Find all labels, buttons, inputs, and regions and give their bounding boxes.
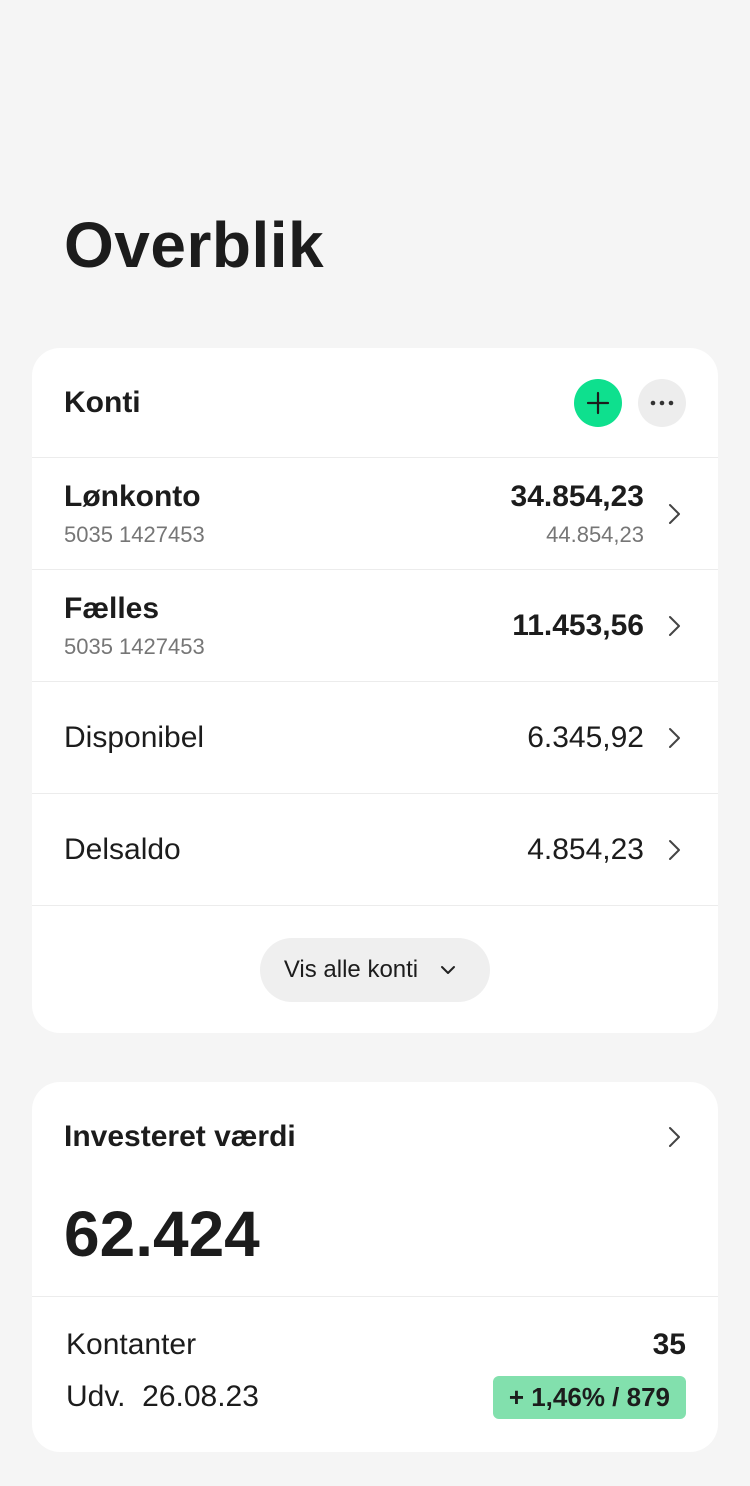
chevron-right-icon [669,503,680,524]
development-row: Udv. 26.08.23 + 1,46% / 879 [66,1371,686,1423]
development-date: 26.08.23 [142,1380,259,1413]
development-label: Udv. 26.08.23 [66,1380,259,1414]
account-amount: 34.854,23 [510,479,644,513]
chevron-right-icon [669,727,680,748]
show-all-wrap: Vis alle konti [32,938,718,1002]
account-amount: 6.345,92 [527,720,644,754]
more-options-button[interactable] [638,378,686,427]
account-name: Disponibel [64,720,205,754]
more-dots-icon [650,400,674,405]
account-row-delsaldo[interactable]: Delsaldo 4.854,23 [32,794,718,906]
account-row-disponibel[interactable]: Disponibel 6.345,92 [32,682,718,794]
account-row-lonkonto[interactable]: Lønkonto 5035 1427453 34.854,23 44.854,2… [32,458,718,570]
account-number: 5035 1427453 [64,521,205,547]
accounts-card: Konti Lønkonto 5035 1427453 34.854,23 44… [32,348,718,1033]
add-account-button[interactable] [574,378,622,427]
account-sub-amount: 44.854,23 [546,521,644,547]
investment-card-header: Investeret værdi [32,1082,718,1192]
chevron-right-icon [669,615,680,636]
page-title: Overblik [64,209,325,281]
account-row-faelles[interactable]: Fælles 5035 1427453 11.453,56 [32,570,718,682]
plus-icon [586,391,610,414]
development-label-text: Udv. [66,1380,126,1413]
accounts-card-header: Konti [32,348,718,458]
account-amount: 4.854,23 [527,832,644,866]
accounts-card-title: Konti [64,385,141,419]
account-name: Delsaldo [64,832,181,866]
chevron-down-icon [441,966,456,974]
account-name: Lønkonto [64,479,201,513]
chevron-right-icon[interactable] [662,1125,686,1149]
investment-value: 62.424 [32,1192,718,1297]
cash-label: Kontanter [66,1328,197,1361]
show-all-accounts-button[interactable]: Vis alle konti [259,938,491,1002]
show-all-label: Vis alle konti [283,956,419,983]
cash-row: Kontanter 35 [66,1319,686,1371]
investment-details: Kontanter 35 Udv. 26.08.23 + 1,46% / 879 [32,1297,718,1423]
account-amount: 11.453,56 [512,608,644,642]
account-number: 5035 1427453 [64,633,205,659]
investment-card-title: Investeret værdi [64,1120,296,1153]
investment-card[interactable]: Investeret værdi 62.424 Kontanter 35 Udv… [32,1082,718,1452]
cash-value: 35 [652,1328,686,1361]
account-name: Fælles [64,591,160,625]
chevron-right-icon [669,839,680,860]
development-badge: + 1,46% / 879 [492,1375,686,1419]
